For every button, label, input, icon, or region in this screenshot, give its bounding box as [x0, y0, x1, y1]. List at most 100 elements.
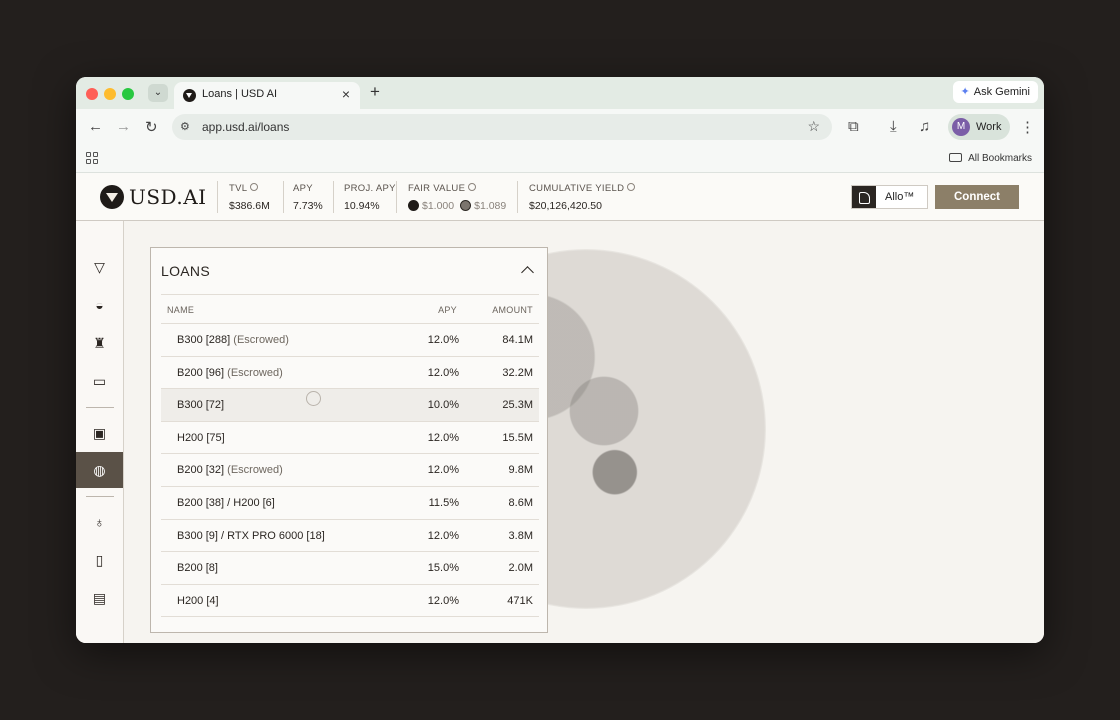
globe-icon: ◍	[93, 461, 106, 478]
forward-arrow-icon[interactable]: →	[116, 118, 131, 135]
bookmark-star-icon[interactable]: ☆	[807, 118, 820, 135]
sidebar-item-wifi[interactable]: ◒	[76, 287, 123, 323]
address-bar[interactable]: ⚙ app.usd.ai/loans ☆	[172, 114, 832, 140]
allo-button[interactable]: Allo™	[851, 185, 928, 209]
table-row[interactable]: B300 [9] / RTX PRO 6000 [18] 12.0% 3.8M	[161, 520, 539, 553]
usdai-logo-icon	[100, 185, 124, 209]
sidebar-divider	[86, 496, 114, 497]
media-controls-icon[interactable]: ♫	[919, 118, 930, 135]
escrowed-tag: (Escrowed)	[227, 464, 283, 477]
tvl-label: TVL	[229, 183, 248, 194]
tab-title: Loans | USD AI	[202, 88, 278, 100]
minimize-window-button[interactable]	[104, 88, 116, 100]
table-row[interactable]: B200 [32] (Escrowed) 12.0% 9.8M	[161, 454, 539, 487]
column-name[interactable]: NAME	[167, 305, 194, 315]
newspaper-icon: ▤	[92, 589, 107, 606]
all-bookmarks-button[interactable]: All Bookmarks	[949, 153, 1032, 164]
stat-tvl: TVL $386.6M	[229, 183, 270, 212]
stat-cumulative-yield: CUMULATIVE YIELD $20,126,420.50	[529, 183, 636, 212]
browser-tab[interactable]: Loans | USD AI ×	[174, 82, 360, 109]
sidebar-item-seat[interactable]: ♜	[76, 325, 123, 361]
download-icon[interactable]: ⤓	[890, 118, 897, 135]
loans-panel: LOANS NAME APY AMOUNT B300 [288] (Escrow…	[150, 247, 548, 633]
wifi-icon: ◒	[95, 297, 104, 313]
sidebar-item-folder[interactable]: ▭	[76, 363, 123, 399]
profile-label: Work	[976, 121, 1002, 133]
loan-amount: 32.2M	[502, 366, 533, 379]
allo-label: Allo™	[885, 191, 915, 203]
tab-search-button[interactable]: ⌄	[148, 84, 168, 102]
header-divider	[333, 181, 334, 213]
reload-icon[interactable]: ↻	[145, 118, 158, 136]
table-row[interactable]: B300 [288] (Escrowed) 12.0% 84.1M	[161, 324, 539, 357]
loan-name: H200 [75]	[177, 431, 225, 444]
info-icon[interactable]	[250, 183, 259, 191]
profile-button[interactable]: M Work	[948, 114, 1010, 140]
loan-apy: 11.5%	[428, 496, 459, 509]
lightbulb-icon: ♁	[94, 514, 105, 530]
connect-button[interactable]: Connect	[935, 185, 1019, 209]
header-divider	[217, 181, 218, 213]
more-menu-icon[interactable]: ⋮	[1020, 118, 1035, 136]
sidebar-item-dashboard[interactable]: ▣	[76, 415, 123, 451]
loan-apy: 12.0%	[427, 334, 459, 346]
column-amount[interactable]: AMOUNT	[492, 305, 533, 315]
table-row[interactable]: B200 [8] 15.0% 2.0M	[161, 552, 539, 585]
sidebar-item-ideas[interactable]: ♁	[76, 504, 123, 540]
table-row[interactable]: H200 [75] 12.0% 15.5M	[161, 422, 539, 455]
dashboard-icon: ▣	[92, 424, 107, 441]
chevron-up-icon[interactable]	[521, 264, 535, 278]
loans-title: LOANS	[161, 263, 210, 279]
extensions-icon[interactable]: ⧉	[848, 118, 859, 135]
fair-value-2: $1.089	[474, 200, 507, 212]
logo-text: USD.AI	[129, 185, 207, 209]
loan-apy: 12.0%	[427, 431, 459, 444]
loan-name: B300 [72]	[177, 399, 225, 412]
table-row[interactable]: B300 [72] 10.0% 25.3M	[161, 389, 539, 422]
proj-apy-label: PROJ. APY	[344, 183, 396, 194]
cumulative-yield-label: CUMULATIVE YIELD	[529, 183, 625, 194]
sidebar-item-news[interactable]: ▤	[76, 580, 123, 616]
loan-amount: 25.3M	[502, 399, 533, 412]
usdai-favicon-icon	[183, 89, 196, 102]
table-row[interactable]: H200 [4] 12.0% 471K	[161, 585, 539, 618]
info-icon[interactable]	[468, 183, 477, 191]
back-arrow-icon[interactable]: ←	[88, 118, 103, 135]
loan-amount: 471K	[507, 594, 533, 607]
seat-icon: ♜	[93, 334, 106, 351]
info-icon[interactable]	[627, 183, 636, 191]
loan-name: B200 [8]	[177, 562, 218, 575]
loan-name: H200 [4]	[177, 594, 219, 607]
escrowed-tag: (Escrowed)	[227, 366, 283, 379]
url-text[interactable]: app.usd.ai/loans	[202, 120, 289, 134]
site-info-icon[interactable]: ⚙	[180, 120, 190, 133]
loan-amount: 9.8M	[508, 464, 533, 477]
sidebar-item-diamond[interactable]: ▽	[76, 249, 123, 285]
sidebar: ▽ ◒ ♜ ▭ ▣ ◍ ♁ ▯ ▤	[76, 221, 124, 643]
column-apy[interactable]: APY	[438, 305, 457, 315]
table-header: NAME APY AMOUNT	[161, 294, 539, 324]
apy-value: 7.73%	[293, 200, 323, 212]
loan-apy: 12.0%	[427, 594, 459, 607]
table-body: B300 [288] (Escrowed) 12.0% 84.1M B200 [96]…	[161, 324, 539, 618]
stat-fair-value: FAIR VALUE $1.000 $1.089	[408, 183, 512, 212]
loan-apy: 15.0%	[427, 562, 459, 575]
sidebar-item-docs[interactable]: ▯	[76, 542, 123, 578]
new-tab-button[interactable]: +	[370, 82, 380, 102]
table-row[interactable]: B200 [96] (Escrowed) 12.0% 32.2M	[161, 357, 539, 390]
loan-amount: 3.8M	[508, 529, 533, 542]
maximize-window-button[interactable]	[122, 88, 134, 100]
apps-grid-icon[interactable]	[86, 152, 98, 164]
escrowed-tag: (Escrowed)	[233, 334, 289, 346]
diamond-icon: ▽	[94, 258, 105, 275]
close-window-button[interactable]	[86, 88, 98, 100]
close-tab-icon[interactable]: ×	[342, 86, 350, 102]
loan-name: B200 [38] / H200 [6]	[177, 496, 275, 509]
sidebar-item-globe[interactable]: ◍	[76, 452, 123, 488]
loan-name: B200 [96] (Escrowed)	[177, 366, 283, 379]
tvl-value: $386.6M	[229, 200, 270, 212]
browser-toolbar: ← → ↻ ⚙ app.usd.ai/loans ☆ ⧉ ⤓ ♫ M Work …	[76, 109, 1044, 145]
table-row[interactable]: B200 [38] / H200 [6] 11.5% 8.6M	[161, 487, 539, 520]
loan-amount: 15.5M	[502, 431, 533, 444]
ask-gemini-button[interactable]: ✦ Ask Gemini	[952, 81, 1038, 103]
